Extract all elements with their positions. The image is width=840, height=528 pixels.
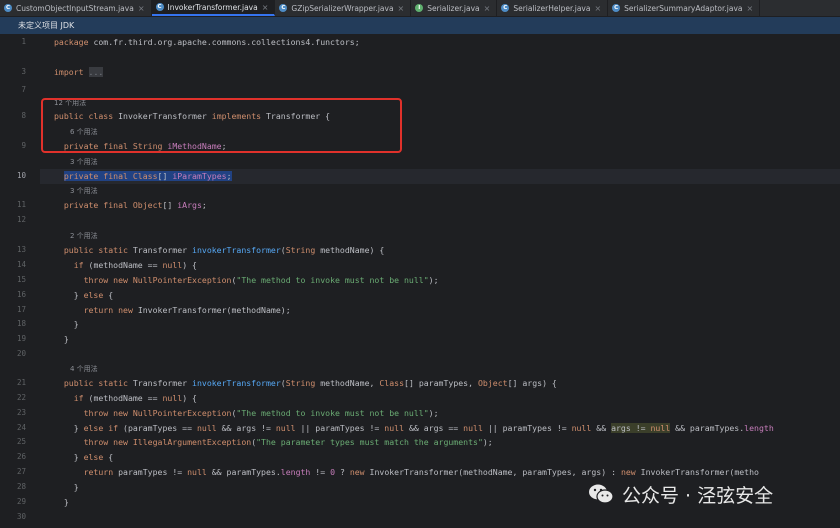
code-line-26: } else { [54,452,114,462]
usage-hint-iparamtypes[interactable]: 3 个用法 [70,157,98,167]
code-line-28: } [54,482,79,492]
watermark: 公众号 · 泾弦安全 [588,478,828,510]
line-number[interactable]: 22 [0,393,26,402]
editor-tab-bar: C CustomObjectInputStream.java × C InvokerTr… [0,0,840,17]
line-number[interactable]: 7 [0,85,26,94]
code-line-23: throw new NullPointerException("The meth… [83,408,439,418]
code-line-24: } else if (paramTypes == null && args !=… [54,423,774,433]
java-interface-icon: I [415,4,424,12]
line-number[interactable]: 26 [0,452,26,461]
line-number[interactable]: 11 [0,200,26,209]
code-line-14: if (methodName == null) { [73,260,197,270]
code-line-15: throw new NullPointerException("The meth… [83,275,439,285]
tab-label: CustomObjectInputStream.java [16,3,134,13]
usage-hint-method1[interactable]: 2 个用法 [70,231,98,241]
line-number[interactable]: 21 [0,378,26,387]
usage-hint-iargs[interactable]: 3 个用法 [70,186,98,196]
close-icon[interactable]: × [398,4,405,13]
line-number[interactable]: 24 [0,423,26,432]
tab-gzipserializerwrapper[interactable]: C GZipSerializerWrapper.java × [275,0,412,16]
tab-serializersummaryadaptor[interactable]: C SerializerSummaryAdaptor.java × [608,0,761,16]
collapsed-imports[interactable]: ... [88,67,104,77]
watermark-text: 公众号 · 泾弦安全 [622,484,774,507]
close-icon[interactable]: × [138,4,145,13]
tab-label: SerializerHelper.java [513,3,591,13]
line-number[interactable]: 18 [0,319,26,328]
code-line-16: } else { [54,290,114,300]
code-line-11: private final Object[] iArgs; [63,200,207,210]
line-number[interactable]: 25 [0,437,26,446]
java-class-icon: C [4,4,12,12]
line-number[interactable]: 19 [0,334,26,343]
java-class-icon: C [501,4,510,12]
tab-label: SerializerSummaryAdaptor.java [624,3,743,13]
line-number[interactable]: 13 [0,245,26,254]
line-number[interactable]: 3 [0,67,26,76]
line-number[interactable]: 15 [0,275,26,284]
line-number[interactable]: 28 [0,482,26,491]
code-line-1: package com.fr.third.org.apache.commons.… [54,37,360,47]
tab-invokertransformer[interactable]: C InvokerTransformer.java × [151,0,276,16]
code-line-18: } [54,319,79,329]
annotation-highlight-box [41,98,402,153]
tab-label: Serializer.java [427,3,480,13]
code-line-22: if (methodName == null) { [73,393,197,403]
tab-serializer[interactable]: I Serializer.java × [411,0,498,16]
line-number[interactable]: 17 [0,305,26,314]
code-line-17: return new InvokerTransformer(methodName… [83,305,291,315]
java-class-icon: C [279,4,288,12]
wechat-icon [589,484,614,504]
close-icon[interactable]: × [747,4,754,13]
line-number[interactable]: 10 [0,171,26,180]
usage-hint-method2[interactable]: 4 个用法 [70,364,98,374]
project-jdk-notice[interactable]: 未定义项目 JDK [0,17,840,34]
code-line-29: } [54,497,69,507]
line-number[interactable]: 29 [0,497,26,506]
tab-label: GZipSerializerWrapper.java [291,3,394,13]
close-icon[interactable]: × [262,3,269,12]
line-number[interactable]: 12 [0,215,26,224]
java-class-icon: C [612,4,621,12]
line-number[interactable]: 16 [0,290,26,299]
line-number[interactable]: 14 [0,260,26,269]
line-number[interactable]: 8 [0,111,26,120]
close-icon[interactable]: × [594,4,601,13]
line-number[interactable]: 27 [0,467,26,476]
code-line-13: public static Transformer invokerTransfo… [63,245,385,255]
tab-serializerhelper[interactable]: C SerializerHelper.java × [497,0,609,16]
close-icon[interactable]: × [484,4,491,13]
code-line-10: private final Class[] iParamTypes; [63,171,232,181]
line-number[interactable]: 30 [0,512,26,521]
code-line-21: public static Transformer invokerTransfo… [63,378,557,388]
code-line-19: } [54,334,69,344]
line-number-gutter: 1 3 7 8 9 10 11 12 13 14 15 16 17 18 19 20 21 22 23 24 25 26 2… [0,34,40,528]
java-class-icon: C [155,3,164,11]
tab-label: InvokerTransformer.java [167,2,258,12]
line-number[interactable]: 23 [0,408,26,417]
line-number[interactable]: 9 [0,141,26,150]
line-number[interactable]: 1 [0,37,26,46]
line-number[interactable]: 20 [0,349,26,358]
code-line-25: throw new IllegalArgumentException("The … [83,437,493,447]
code-line-3: import ... [54,67,104,77]
tab-customobjectinputstream[interactable]: C CustomObjectInputStream.java × [0,0,152,16]
